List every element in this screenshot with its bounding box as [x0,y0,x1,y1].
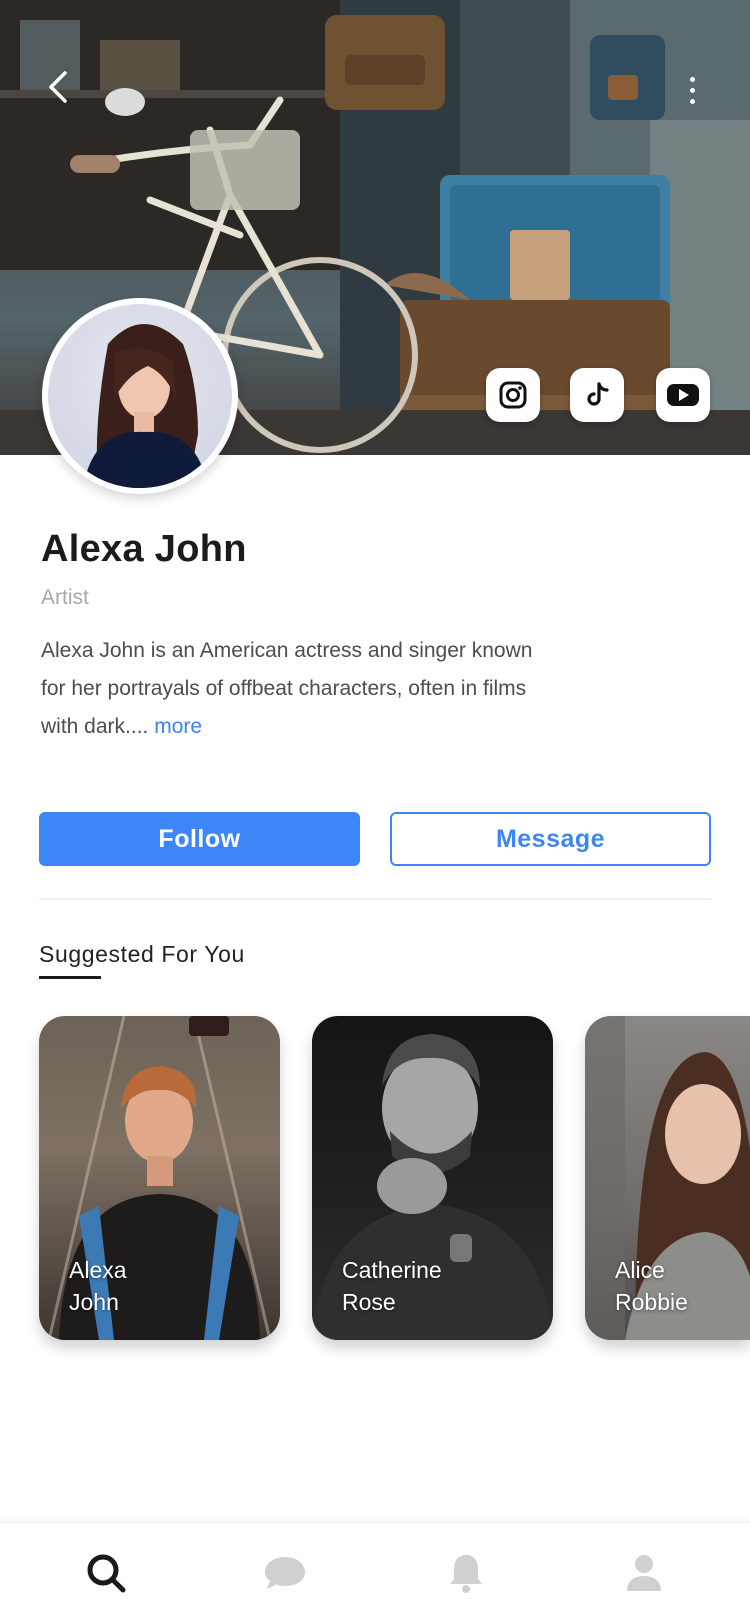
bio-text: Alexa John is an American actress and si… [41,639,533,738]
dot [689,76,695,82]
profile-role: Artist [41,586,89,609]
instagram-button[interactable] [486,368,540,422]
chat-icon [265,1557,305,1589]
profile-avatar [42,298,238,494]
message-button[interactable]: Message [390,812,711,866]
avatar-photo [48,304,232,488]
nav-chat-tab[interactable] [255,1543,315,1603]
chevron-left-icon [49,71,67,103]
divider [39,898,711,900]
nav-search-tab[interactable] [76,1543,136,1603]
suggested-card[interactable]: Catherine Rose [312,1016,553,1340]
user-icon [627,1555,661,1591]
youtube-icon [667,384,699,406]
tiktok-button[interactable] [570,368,624,422]
card-last-name: Rose [342,1289,396,1315]
dot [689,87,695,93]
card-name: Alice Robbie [615,1254,750,1318]
card-first-name: Catherine [342,1257,442,1283]
portrait-illustration [83,324,208,488]
card-first-name: Alexa [69,1257,127,1283]
card-last-name: Robbie [615,1289,688,1315]
bottom-nav [0,1522,750,1624]
nav-notifications-tab[interactable] [436,1543,496,1603]
suggested-card[interactable]: Alexa John [39,1016,280,1340]
tiktok-icon [587,382,609,406]
profile-name: Alexa John [41,528,247,570]
section-underline [39,976,101,979]
profile-bio: Alexa John is an American actress and si… [41,632,561,746]
follow-button[interactable]: Follow [39,812,360,866]
more-options-button[interactable] [680,70,704,110]
suggested-title: Suggested For You [39,941,245,967]
search-icon [87,1554,126,1593]
bio-more-link[interactable]: more [154,715,202,738]
dot [689,98,695,104]
card-last-name: John [69,1289,119,1315]
card-name: Catherine Rose [342,1254,532,1318]
card-first-name: Alice [615,1257,665,1283]
bell-icon [450,1555,482,1593]
instagram-icon [499,381,527,409]
suggested-card[interactable]: Alice Robbie [585,1016,750,1340]
card-name: Alexa John [69,1254,259,1318]
back-button[interactable] [36,62,80,112]
youtube-button[interactable] [656,368,710,422]
nav-profile-tab[interactable] [614,1543,674,1603]
